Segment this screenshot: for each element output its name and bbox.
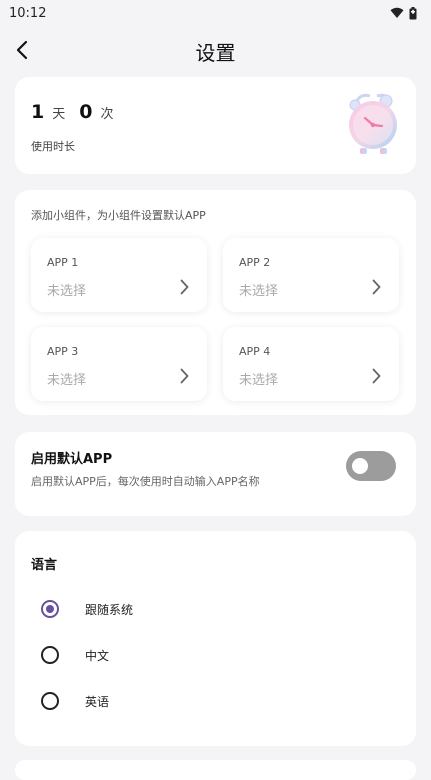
widget-slot-app-3[interactable]: APP 3 未选择 [31, 327, 207, 401]
language-option-system[interactable]: 跟随系统 [41, 597, 133, 621]
usage-count-unit: 次 [100, 107, 114, 122]
default-app-description: 启用默认APP后，每次使用时自动输入APP名称 [31, 475, 260, 488]
widget-slot-app-1[interactable]: APP 1 未选择 [31, 238, 207, 312]
default-app-switch[interactable] [346, 451, 396, 481]
usage-days-value: 1 [31, 101, 45, 123]
status-bar: 10:12 [0, 0, 431, 26]
slot-value: 未选择 [47, 373, 87, 388]
usage-count-value: 0 [79, 101, 93, 123]
slot-name: APP 1 [47, 256, 79, 269]
default-app-card: 启用默认APP 启用默认APP后，每次使用时自动输入APP名称 [15, 432, 416, 516]
slot-value: 未选择 [47, 284, 87, 299]
radio-unchecked-icon [41, 692, 59, 710]
widget-slot-app-2[interactable]: APP 2 未选择 [223, 238, 399, 312]
radio-label: 英语 [85, 694, 110, 709]
language-title: 语言 [31, 558, 58, 573]
slot-value: 未选择 [239, 284, 279, 299]
radio-checked-icon [41, 600, 59, 618]
default-app-title: 启用默认APP [31, 452, 113, 467]
slot-name: APP 3 [47, 345, 79, 358]
language-option-english[interactable]: 英语 [41, 689, 109, 713]
widget-hint: 添加小组件，为小组件设置默认APP [31, 209, 206, 222]
slot-name: APP 2 [239, 256, 271, 269]
chevron-right-icon [180, 368, 189, 384]
radio-unchecked-icon [41, 646, 59, 664]
chevron-right-icon [372, 368, 381, 384]
chevron-right-icon [180, 279, 189, 295]
usage-card: 1 天 0 次 使用时长 [15, 77, 416, 174]
usage-label: 使用时长 [31, 140, 75, 153]
status-time: 10:12 [9, 5, 47, 21]
next-card [15, 760, 416, 780]
language-option-chinese[interactable]: 中文 [41, 643, 109, 667]
back-arrow-icon[interactable] [14, 39, 32, 61]
usage-days-unit: 天 [52, 107, 66, 122]
radio-label: 跟随系统 [85, 602, 134, 617]
app-bar: 设置 [0, 28, 431, 74]
widget-card: 添加小组件，为小组件设置默认APP APP 1 未选择 APP 2 未选择 AP… [15, 190, 416, 415]
chevron-right-icon [372, 279, 381, 295]
language-card: 语言 跟随系统 中文 英语 [15, 531, 416, 746]
radio-label: 中文 [85, 648, 110, 663]
slot-name: APP 4 [239, 345, 271, 358]
slot-value: 未选择 [239, 373, 279, 388]
status-icons [390, 6, 417, 20]
page-title: 设置 [195, 40, 236, 65]
alarm-clock-icon [349, 93, 397, 154]
widget-slot-app-4[interactable]: APP 4 未选择 [223, 327, 399, 401]
usage-stats: 1 天 0 次 [31, 101, 120, 123]
switch-knob [352, 458, 368, 474]
wifi-icon [390, 7, 404, 18]
battery-icon [409, 6, 417, 19]
